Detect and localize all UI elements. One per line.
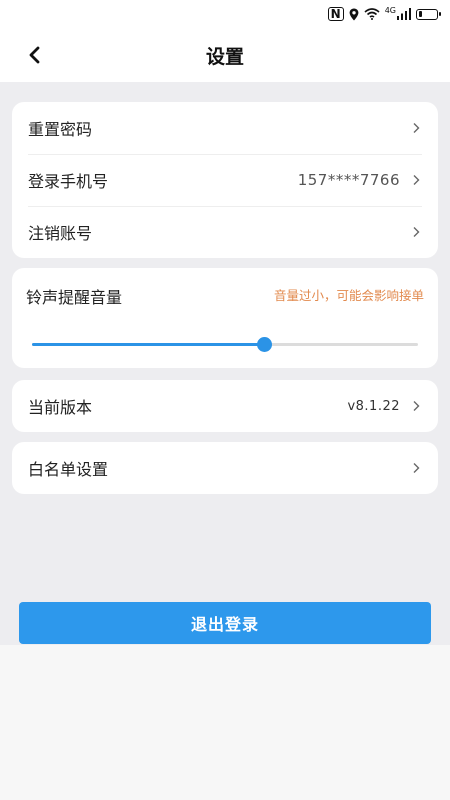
- header: 设置: [0, 28, 450, 82]
- page-title: 设置: [205, 46, 244, 68]
- chevron-right-icon: [410, 399, 422, 413]
- ringtone-volume-card: 铃声提醒音量 音量过小，可能会影响接单: [12, 268, 438, 368]
- reset-password-row[interactable]: 重置密码: [12, 102, 438, 154]
- whitelist-settings-row[interactable]: 白名单设置: [12, 442, 438, 494]
- account-card: 重置密码 登录手机号 157****7766 注销账号: [12, 102, 438, 258]
- volume-slider-fill: [32, 343, 264, 346]
- cancel-account-row[interactable]: 注销账号: [12, 206, 438, 258]
- battery-level: [418, 11, 422, 17]
- ringtone-volume-label: 铃声提醒音量: [26, 288, 123, 307]
- chevron-right-icon: [410, 121, 422, 135]
- login-phone-value: 157****7766: [297, 171, 400, 189]
- nfc-icon: N: [327, 7, 344, 21]
- cancel-account-label: 注销账号: [28, 224, 93, 243]
- wifi-icon: [364, 8, 380, 20]
- bottom-area: [0, 645, 450, 800]
- current-version-value: v8.1.22: [347, 398, 400, 414]
- volume-slider-thumb[interactable]: [256, 337, 272, 352]
- whitelist-settings-label: 白名单设置: [28, 460, 109, 479]
- version-card: 当前版本 v8.1.22: [12, 380, 438, 432]
- current-version-row[interactable]: 当前版本 v8.1.22: [12, 380, 438, 432]
- battery-icon: [416, 8, 441, 20]
- logout-button[interactable]: 退出登录: [19, 602, 431, 644]
- location-icon: [349, 8, 359, 20]
- network-type-label: 4G: [384, 5, 396, 15]
- status-icons: N 4G: [327, 5, 441, 23]
- current-version-label: 当前版本: [28, 398, 93, 417]
- volume-slider[interactable]: [32, 337, 418, 352]
- cellular-signal-icon: [397, 8, 411, 20]
- settings-content: 重置密码 登录手机号 157****7766 注销账号 铃声提醒音量 音量过小，…: [0, 82, 450, 645]
- status-bar: N 4G: [0, 0, 450, 28]
- login-phone-label: 登录手机号: [28, 172, 109, 191]
- reset-password-label: 重置密码: [28, 120, 93, 139]
- whitelist-card: 白名单设置: [12, 442, 438, 494]
- volume-warning-text: 音量过小，可能会影响接单: [273, 288, 424, 303]
- chevron-right-icon: [410, 225, 422, 239]
- login-phone-row[interactable]: 登录手机号 157****7766: [12, 154, 438, 206]
- chevron-right-icon: [410, 461, 422, 475]
- chevron-right-icon: [410, 173, 422, 187]
